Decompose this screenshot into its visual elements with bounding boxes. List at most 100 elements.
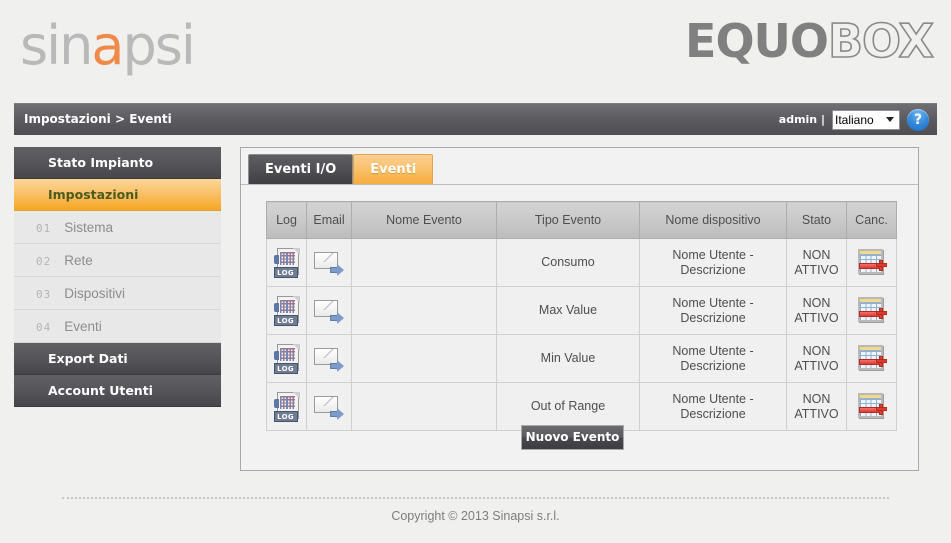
sidebar: Stato Impianto Impostazioni 01 Sistema 02… [14, 147, 221, 407]
column-header-email: Email [306, 201, 352, 239]
email-icon[interactable] [314, 346, 344, 372]
sidebar-item-number: 02 [36, 255, 52, 268]
sidebar-item-dispositivi[interactable]: 03 Dispositivi [14, 277, 221, 310]
log-icon[interactable]: LOG [273, 295, 300, 326]
sidebar-item-stato-impianto[interactable]: Stato Impianto [14, 147, 221, 179]
log-icon-tab [273, 350, 279, 360]
log-icon-tab [273, 254, 279, 264]
email-icon-arrow [330, 311, 344, 324]
cell-email [306, 238, 352, 287]
delete-icon-headerbar [859, 394, 881, 399]
log-icon-fold [292, 295, 300, 303]
navbar-right-group: admin | Italiano ? [779, 104, 929, 135]
sidebar-item-impostazioni[interactable]: Impostazioni [14, 179, 221, 211]
delete-icon-headerbar [859, 250, 881, 255]
delete-icon-headerbar [859, 346, 881, 351]
delete-row-icon[interactable] [857, 296, 887, 325]
sidebar-item-label: Impostazioni [48, 187, 139, 202]
delete-icon-plus [875, 355, 887, 367]
tab-eventi[interactable]: Eventi [353, 154, 434, 184]
tab-bar: Eventi I/O Eventi [248, 154, 434, 184]
log-icon-fold [292, 247, 300, 255]
column-header-stato: Stato [786, 201, 847, 239]
sidebar-item-export-dati[interactable]: Export Dati [14, 343, 221, 375]
email-icon-flap [315, 349, 337, 358]
cell-email [306, 286, 352, 335]
delete-row-icon[interactable] [857, 392, 887, 421]
cell-log: LOG [266, 334, 307, 383]
sidebar-item-eventi[interactable]: 04 Eventi [14, 310, 221, 343]
cell-tipo-evento: Max Value [496, 286, 640, 335]
help-button[interactable]: ? [907, 108, 929, 131]
cell-tipo-evento: Out of Range [496, 382, 640, 431]
sidebar-item-label: Dispositivi [64, 286, 126, 301]
log-icon[interactable]: LOG [273, 343, 300, 374]
header-logo-area: sinapsi EQUOBOX [0, 0, 951, 103]
language-select-wrapper[interactable]: Italiano [832, 109, 900, 130]
table-row: LOG Max Value Nome Utente - Descrizione … [266, 286, 897, 335]
events-table: Log Email Nome Evento Tipo Evento Nome d… [266, 201, 897, 431]
cell-stato: NON ATTIVO [786, 382, 847, 431]
delete-icon-plus [875, 307, 887, 319]
cell-nome-evento [351, 238, 497, 287]
cell-stato: NON ATTIVO [786, 286, 847, 335]
admin-user-label: admin | [778, 113, 825, 126]
column-header-canc: Canc. [846, 201, 897, 239]
sidebar-item-number: 04 [36, 321, 52, 334]
footer-divider [62, 497, 889, 499]
email-icon[interactable] [314, 298, 344, 324]
equobox-logo-solid: EQUO [685, 14, 829, 68]
sidebar-item-number: 03 [36, 288, 52, 301]
cell-nome-dispositivo: Nome Utente - Descrizione [639, 286, 787, 335]
cell-canc [846, 238, 897, 287]
cell-tipo-evento: Min Value [496, 334, 640, 383]
log-icon-badge: LOG [273, 266, 298, 278]
footer-copyright: Copyright © 2013 Sinapsi s.r.l. [391, 509, 560, 523]
table-header-row: Log Email Nome Evento Tipo Evento Nome d… [266, 201, 897, 239]
column-header-nome-evento: Nome Evento [351, 201, 497, 239]
sidebar-item-label: Eventi [64, 319, 102, 334]
delete-row-icon[interactable] [857, 344, 887, 373]
tab-bar-divider [241, 184, 918, 185]
sidebar-item-rete[interactable]: 02 Rete [14, 244, 221, 277]
email-arrow-head [337, 359, 344, 372]
log-icon[interactable]: LOG [273, 247, 300, 278]
cell-log: LOG [266, 286, 307, 335]
delete-icon-headerbar [859, 298, 881, 303]
cell-log: LOG [266, 238, 307, 287]
cell-canc [846, 334, 897, 383]
sidebar-item-label: Stato Impianto [48, 155, 154, 170]
sidebar-item-label: Sistema [64, 220, 114, 235]
delete-icon-plus [875, 403, 887, 415]
log-icon[interactable]: LOG [273, 391, 300, 422]
cell-nome-dispositivo: Nome Utente - Descrizione [639, 382, 787, 431]
email-icon-flap [315, 397, 337, 406]
column-header-log: Log [266, 201, 307, 239]
log-icon-tab [273, 398, 279, 408]
nuovo-evento-button[interactable]: Nuovo Evento [521, 425, 624, 450]
email-icon-flap [315, 301, 337, 310]
delete-row-icon[interactable] [857, 248, 887, 277]
log-icon-badge: LOG [273, 362, 298, 374]
log-icon-fold [292, 391, 300, 399]
email-icon-flap [315, 253, 337, 262]
email-icon[interactable] [314, 250, 344, 276]
sidebar-item-number: 01 [36, 222, 52, 235]
sinapsi-logo-accent: a [91, 14, 124, 77]
language-select[interactable]: Italiano [832, 109, 900, 130]
cell-email [306, 334, 352, 383]
tab-eventi-io[interactable]: Eventi I/O [248, 154, 354, 184]
cell-canc [846, 286, 897, 335]
top-navigation-bar: Impostazioni > Eventi admin | Italiano ? [14, 103, 937, 135]
content-panel: Eventi I/O Eventi Log Email Nome Evento … [240, 147, 919, 471]
cell-nome-evento [351, 334, 497, 383]
cell-nome-evento [351, 382, 497, 431]
email-icon-arrow [330, 263, 344, 276]
sinapsi-logo-part1: sin [20, 14, 93, 77]
email-icon-arrow [330, 359, 344, 372]
sidebar-item-account-utenti[interactable]: Account Utenti [14, 375, 221, 407]
sidebar-item-sistema[interactable]: 01 Sistema [14, 211, 221, 244]
cell-tipo-evento: Consumo [496, 238, 640, 287]
cell-canc [846, 382, 897, 431]
email-icon[interactable] [314, 394, 344, 420]
